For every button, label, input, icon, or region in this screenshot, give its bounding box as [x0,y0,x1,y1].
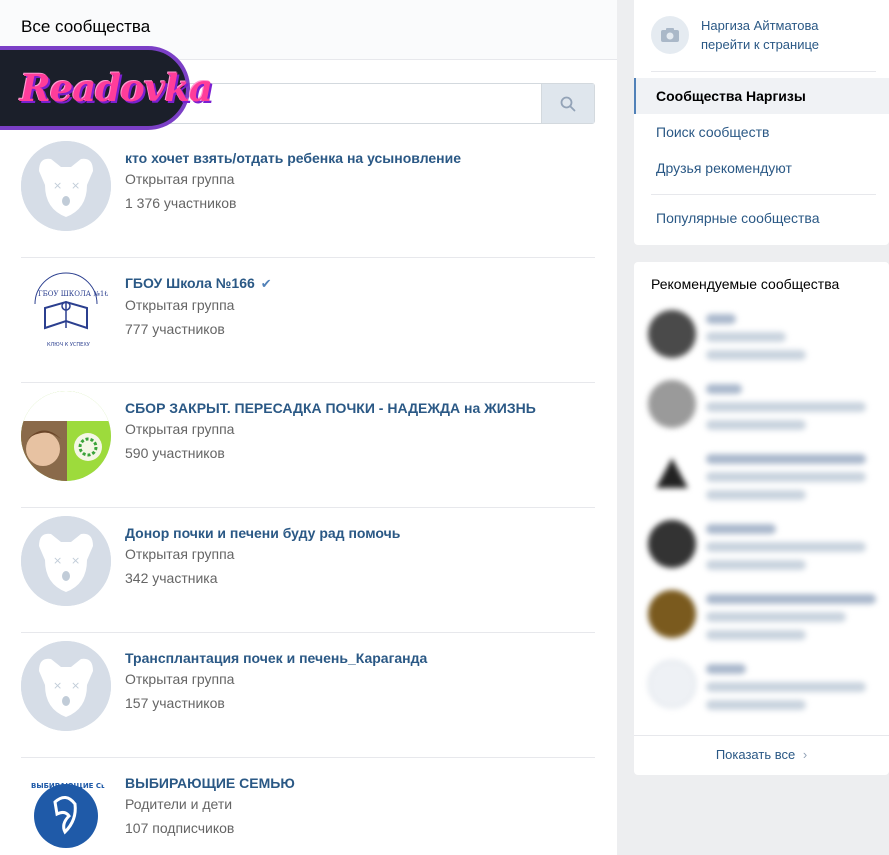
community-avatar [648,380,696,428]
group-name[interactable]: Трансплантация почек и печень_Караганда [125,649,427,667]
show-all-label[interactable]: Показать все [716,747,795,762]
group-name[interactable]: СБОР ЗАКРЫТ. ПЕРЕСАДКА ПОЧКИ - НАДЕЖДА н… [125,399,536,417]
group-type: Открытая группа [125,671,235,687]
groups-list: × × кто хочет взять/отдать ребенка на ус… [21,133,595,855]
sidebar-item-popular-communities[interactable]: Популярные сообщества [634,200,889,236]
group-type: Открытая группа [125,297,235,313]
svg-text:×: × [53,679,62,692]
recommended-item-blurred[interactable] [648,442,888,502]
group-members: 157 участников [125,695,225,711]
svg-text:ГБОУ ШКОЛА №166: ГБОУ ШКОЛА №166 [38,290,111,298]
group-row[interactable]: × × кто хочет взять/отдать ребенка на ус… [21,133,595,258]
group-name-row[interactable]: ГБОУ Школа №166 ✔ [125,274,272,293]
profile-link[interactable]: Наргиза Айтматова перейти к странице [651,16,819,54]
group-name[interactable]: ВЫБИРАЮЩИЕ СЕМЬЮ [125,774,295,792]
deactivated-dog-icon[interactable]: × × [21,516,111,606]
sidebar-menu: Наргиза Айтматова перейти к странице Соо… [634,0,889,245]
profile-page-link[interactable]: перейти к странице [701,35,819,54]
recommended-item-blurred[interactable] [648,302,888,362]
svg-text:×: × [53,179,62,192]
sidebar-item-friends-recommend[interactable]: Друзья рекомендуют [634,150,889,186]
search-icon [560,96,576,111]
svg-text:КЛЮЧ К УСПЕХУ: КЛЮЧ К УСПЕХУ [47,342,90,348]
school-emblem[interactable]: ГБОУ ШКОЛА №166 КЛЮЧ К УСПЕХУ [21,266,111,356]
svg-text:ВЫБИРАЮЩИЕ СЕМЬЮ: ВЫБИРАЮЩИЕ СЕМЬЮ [31,782,111,790]
group-type: Родители и дети [125,796,233,812]
logo-text: Readovka [20,66,213,110]
group-row[interactable]: × × Трансплантация почек и печень_Карага… [21,633,595,758]
group-members: 777 участников [125,321,225,337]
recommended-item-blurred[interactable] [648,652,888,712]
profile-name[interactable]: Наргиза Айтматова [701,16,819,35]
family-logo[interactable]: ВЫБИРАЮЩИЕ СЕМЬЮ [21,766,111,855]
search-button[interactable] [541,84,594,123]
group-row[interactable]: ВЫБИРАЮЩИЕ СЕМЬЮ ВЫБИРАЮЩИЕ СЕМЬЮ Родите… [21,758,595,855]
community-avatar [648,660,696,708]
svg-text:×: × [53,554,62,567]
main-column: Все сообщества Readovka × × кто хочет вз… [0,0,617,855]
group-name[interactable]: Донор почки и печени буду рад помочь [125,524,400,542]
community-avatar [648,310,696,358]
group-members: 107 подписчиков [125,820,235,836]
camera-icon[interactable] [651,16,689,54]
recommended-title: Рекомендуемые сообщества [651,276,840,292]
divider [651,194,876,195]
page-title: Все сообщества [21,17,151,36]
recommended-item-blurred[interactable] [648,372,888,432]
group-type: Открытая группа [125,171,235,187]
verified-check-icon: ✔ [260,276,272,291]
divider [651,71,876,72]
group-type: Открытая группа [125,421,235,437]
recommended-item-blurred[interactable] [648,582,888,642]
group-members: 590 участников [125,445,225,461]
sidebar-item-search-communities[interactable]: Поиск сообществ [634,114,889,150]
group-name[interactable]: кто хочет взять/отдать ребенка на усынов… [125,149,461,167]
community-avatar [648,590,696,638]
recommended-communities-panel: Рекомендуемые сообщества Показать все › [634,262,889,775]
chevron-right-icon: › [802,747,808,762]
group-row[interactable]: СБОР ЗАКРЫТ. ПЕРЕСАДКА ПОЧКИ - НАДЕЖДА н… [21,383,595,508]
readovka-watermark-logo: Readovka [0,46,213,130]
deactivated-dog-icon[interactable]: × × [21,641,111,731]
group-row[interactable]: ГБОУ ШКОЛА №166 КЛЮЧ К УСПЕХУ ГБОУ Школа… [21,258,595,383]
sidebar-item-my-communities[interactable]: Сообщества Наргизы [634,78,889,114]
group-members: 342 участника [125,570,218,586]
child-photo[interactable] [21,391,111,481]
group-row[interactable]: × × Донор почки и печени буду рад помочь… [21,508,595,633]
community-avatar [648,450,696,498]
group-type: Открытая группа [125,546,235,562]
recommended-item-blurred[interactable] [648,512,888,572]
svg-text:×: × [71,554,80,567]
deactivated-dog-icon[interactable]: × × [21,141,111,231]
svg-text:×: × [71,179,80,192]
show-all-link[interactable]: Показать все › [634,735,889,775]
svg-text:×: × [71,679,80,692]
community-avatar [648,520,696,568]
group-name[interactable]: ГБОУ Школа №166 [125,275,255,291]
group-members: 1 376 участников [125,195,237,211]
